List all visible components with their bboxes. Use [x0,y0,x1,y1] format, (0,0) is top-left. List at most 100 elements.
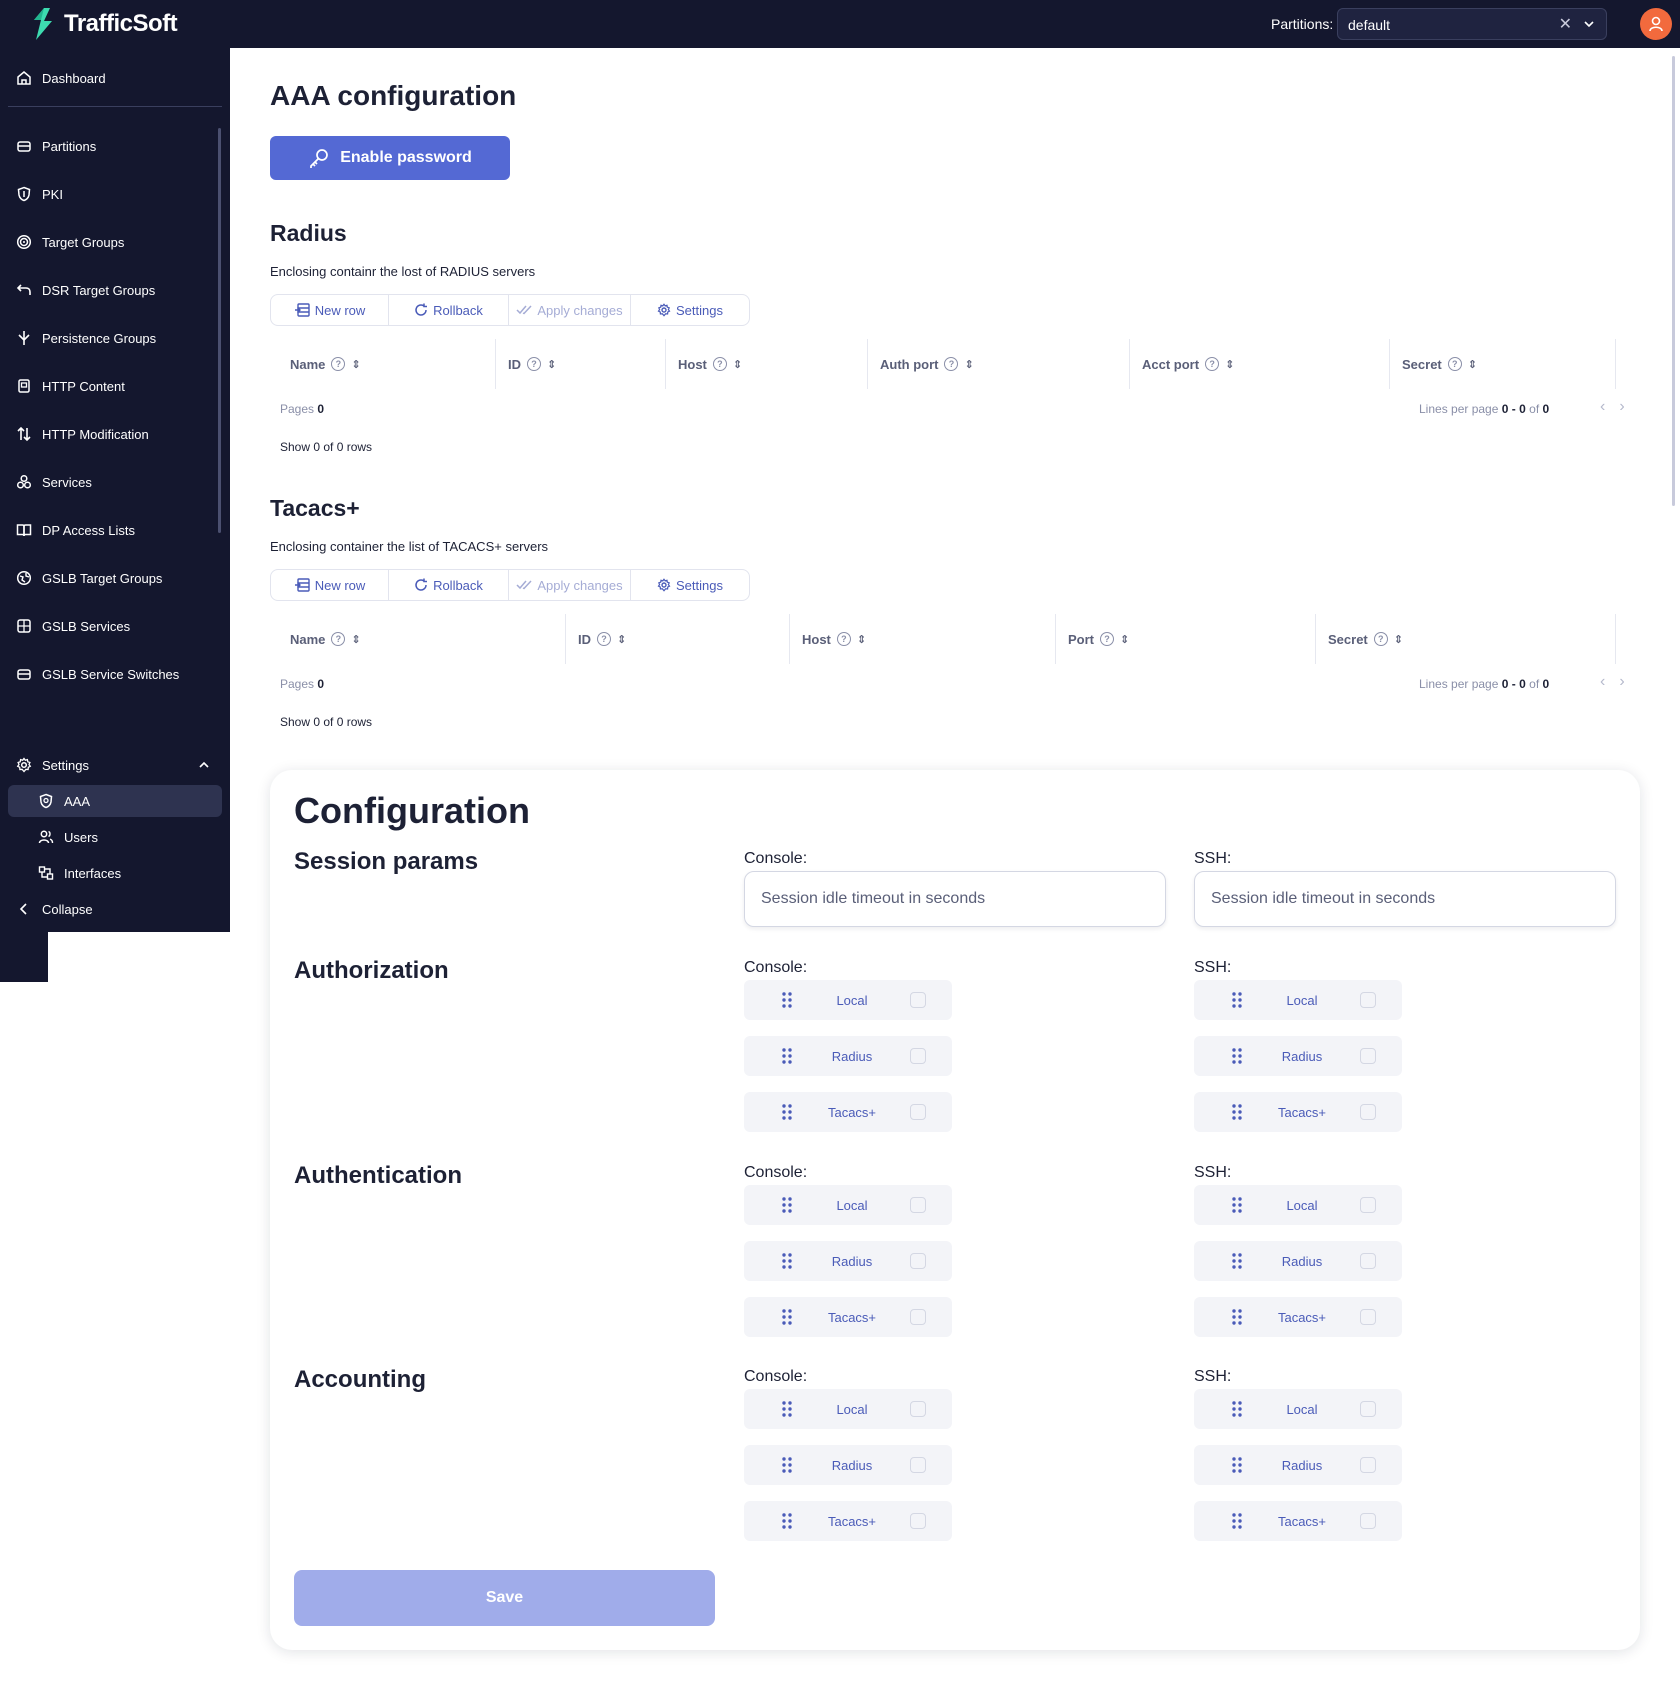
sidebar-item-http-modification[interactable]: HTTP Modification [8,418,222,450]
sidebar-item-users[interactable]: Users [30,821,222,853]
rollback-button[interactable]: Rollback [389,295,509,325]
sidebar-item-dashboard[interactable]: Dashboard [8,62,222,94]
sidebar-item-settings[interactable]: Settings [8,749,222,781]
method-checkbox[interactable] [1360,1048,1376,1064]
sort-icon[interactable]: ⇕ [1120,633,1129,646]
help-icon[interactable]: ? [597,632,611,646]
chevron-up-icon[interactable] [196,759,212,771]
sidebar-item-http-content[interactable]: HTTP Content [8,370,222,402]
method-item[interactable]: Local [1194,1185,1402,1225]
method-item[interactable]: Tacacs+ [744,1501,952,1541]
column-header-name[interactable]: Name? ⇕ [270,339,496,389]
method-item[interactable]: Local [744,980,952,1020]
column-header-secret[interactable]: Secret? ⇕ [1390,339,1616,389]
method-checkbox[interactable] [1360,992,1376,1008]
column-header-id[interactable]: ID? ⇕ [496,339,666,389]
sort-icon[interactable]: ⇕ [857,633,866,646]
chevron-down-icon[interactable] [1582,17,1596,31]
rollback-button[interactable]: Rollback [389,570,509,600]
help-icon[interactable]: ? [331,632,346,646]
sidebar-item-aaa[interactable]: AAA [8,785,222,817]
apply-changes-button[interactable]: Apply changes [509,295,631,325]
method-checkbox[interactable] [910,1513,926,1529]
method-item[interactable]: Local [1194,980,1402,1020]
sidebar-collapse[interactable]: Collapse [8,893,222,925]
sidebar-item-interfaces[interactable]: Interfaces [30,857,222,889]
prev-page-icon[interactable]: ‹ [1600,673,1619,690]
method-item[interactable]: Tacacs+ [744,1297,952,1337]
method-item[interactable]: Radius [1194,1036,1402,1076]
column-header-secret[interactable]: Secret? ⇕ [1316,614,1616,664]
help-icon[interactable]: ? [712,357,727,371]
method-checkbox[interactable] [910,1048,926,1064]
method-checkbox[interactable] [1360,1513,1376,1529]
settings-button[interactable]: Settings [631,295,749,325]
partition-select[interactable]: default ✕ [1337,8,1607,40]
sort-icon[interactable]: ⇕ [733,358,742,371]
sort-icon[interactable]: ⇕ [351,633,360,646]
sidebar-item-gslb-services[interactable]: GSLB Services [8,610,222,642]
sidebar-item-target-groups[interactable]: Target Groups [8,226,222,258]
method-checkbox[interactable] [1360,1401,1376,1417]
help-icon[interactable]: ? [1205,357,1220,371]
method-checkbox[interactable] [1360,1104,1376,1120]
enable-password-button[interactable]: Enable password [270,136,510,180]
sidebar-item-gslb-service-switches[interactable]: GSLB Service Switches [8,658,222,690]
method-checkbox[interactable] [910,992,926,1008]
method-checkbox[interactable] [1360,1197,1376,1213]
method-checkbox[interactable] [1360,1309,1376,1325]
prev-page-icon[interactable]: ‹ [1600,398,1619,415]
method-checkbox[interactable] [910,1401,926,1417]
apply-changes-button[interactable]: Apply changes [509,570,631,600]
help-icon[interactable]: ? [527,357,541,371]
new-row-button[interactable]: New row [271,570,389,600]
sort-icon[interactable]: ⇕ [1225,358,1234,371]
method-item[interactable]: Tacacs+ [744,1092,952,1132]
sort-icon[interactable]: ⇕ [1468,358,1477,371]
help-icon[interactable]: ? [1373,632,1388,646]
method-checkbox[interactable] [910,1104,926,1120]
sort-icon[interactable]: ⇕ [617,633,626,646]
help-icon[interactable]: ? [944,357,959,371]
next-page-icon[interactable]: › [1619,398,1638,415]
new-row-button[interactable]: New row [271,295,389,325]
method-checkbox[interactable] [1360,1457,1376,1473]
column-header-host[interactable]: Host? ⇕ [790,614,1056,664]
sort-icon[interactable]: ⇕ [964,358,973,371]
method-item[interactable]: Tacacs+ [1194,1092,1402,1132]
sidebar-item-dsr-target-groups[interactable]: DSR Target Groups [8,274,222,306]
console-timeout-input[interactable]: Session idle timeout in seconds [744,871,1166,927]
sidebar-item-persistence-groups[interactable]: Persistence Groups [8,322,222,354]
next-page-icon[interactable]: › [1619,673,1638,690]
column-header-auth-port[interactable]: Auth port? ⇕ [868,339,1130,389]
save-button[interactable]: Save [294,1570,715,1626]
sidebar-item-services[interactable]: Services [8,466,222,498]
method-checkbox[interactable] [910,1197,926,1213]
main-scrollbar[interactable] [1672,56,1675,506]
clear-icon[interactable]: ✕ [1559,14,1572,34]
help-icon[interactable]: ? [836,632,851,646]
column-header-port[interactable]: Port? ⇕ [1056,614,1316,664]
method-item[interactable]: Radius [744,1036,952,1076]
method-item[interactable]: Radius [1194,1445,1402,1485]
method-item[interactable]: Radius [744,1445,952,1485]
sort-icon[interactable]: ⇕ [351,358,360,371]
sidebar-item-partitions[interactable]: Partitions [8,130,222,162]
method-item[interactable]: Local [744,1185,952,1225]
method-item[interactable]: Tacacs+ [1194,1297,1402,1337]
method-checkbox[interactable] [910,1309,926,1325]
method-item[interactable]: Radius [1194,1241,1402,1281]
user-avatar[interactable] [1640,8,1672,40]
sidebar-item-dp-access-lists[interactable]: DP Access Lists [8,514,222,546]
column-header-name[interactable]: Name? ⇕ [270,614,566,664]
method-item[interactable]: Local [744,1389,952,1429]
method-checkbox[interactable] [1360,1253,1376,1269]
help-icon[interactable]: ? [331,357,346,371]
ssh-timeout-input[interactable]: Session idle timeout in seconds [1194,871,1616,927]
method-checkbox[interactable] [910,1457,926,1473]
sort-icon[interactable]: ⇕ [547,358,556,371]
column-header-host[interactable]: Host? ⇕ [666,339,868,389]
app-logo[interactable]: TrafficSoft [30,7,178,41]
help-icon[interactable]: ? [1447,357,1462,371]
settings-button[interactable]: Settings [631,570,749,600]
